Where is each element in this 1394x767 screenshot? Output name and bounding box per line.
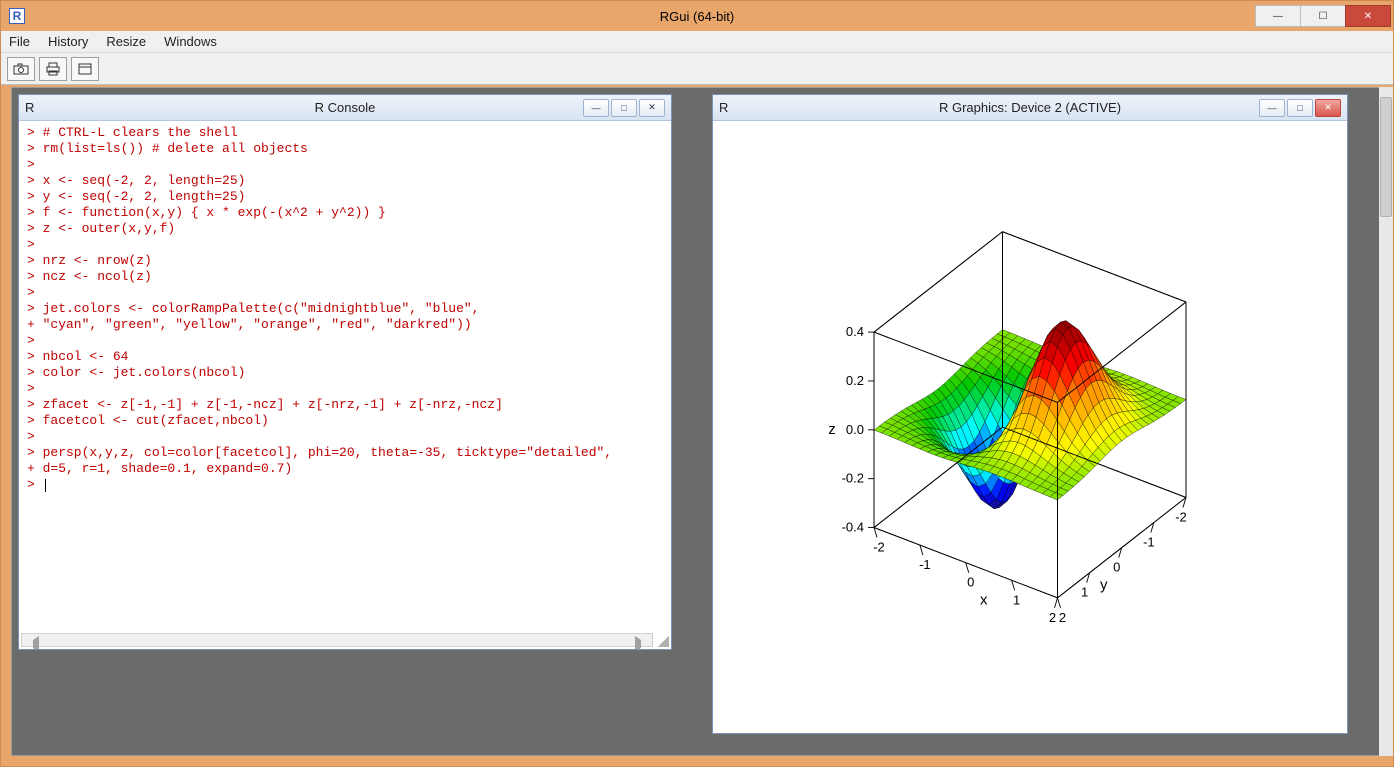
app-title: RGui (64-bit) bbox=[660, 9, 734, 24]
svg-text:-1: -1 bbox=[1143, 535, 1155, 550]
print-button[interactable] bbox=[39, 57, 67, 81]
svg-text:1: 1 bbox=[1013, 592, 1020, 607]
svg-text:2: 2 bbox=[1059, 610, 1066, 625]
svg-text:-2: -2 bbox=[873, 540, 885, 555]
window-button[interactable] bbox=[71, 57, 99, 81]
window-icon bbox=[78, 63, 92, 75]
console-icon: R bbox=[25, 100, 34, 115]
menubar: File History Resize Windows bbox=[1, 31, 1393, 53]
outer-vertical-scrollbar[interactable] bbox=[1379, 87, 1393, 756]
graphics-window[interactable]: R R Graphics: Device 2 (ACTIVE) ― □ ✕ -0… bbox=[712, 94, 1348, 734]
persp-plot: -0.4-0.20.00.20.4z-2-1012x-2-1012y bbox=[713, 121, 1347, 733]
graphics-titlebar[interactable]: R R Graphics: Device 2 (ACTIVE) ― □ ✕ bbox=[713, 95, 1347, 121]
app-titlebar[interactable]: R RGui (64-bit) — ☐ ✕ bbox=[1, 1, 1393, 31]
close-button[interactable]: ✕ bbox=[1345, 5, 1391, 27]
camera-button[interactable] bbox=[7, 57, 35, 81]
menu-file[interactable]: File bbox=[9, 34, 30, 49]
minimize-button[interactable]: — bbox=[1255, 5, 1301, 27]
toolbar bbox=[1, 53, 1393, 85]
maximize-button[interactable]: ☐ bbox=[1300, 5, 1346, 27]
resize-grip[interactable] bbox=[655, 633, 669, 647]
svg-text:-0.4: -0.4 bbox=[842, 520, 864, 535]
graphics-minimize-button[interactable]: ― bbox=[1259, 99, 1285, 117]
svg-text:0: 0 bbox=[967, 575, 974, 590]
app-window: R RGui (64-bit) — ☐ ✕ File History Resiz… bbox=[0, 0, 1394, 767]
svg-text:2: 2 bbox=[1049, 610, 1056, 625]
svg-text:0: 0 bbox=[1113, 560, 1120, 575]
svg-text:y: y bbox=[1100, 577, 1108, 594]
console-minimize-button[interactable]: ― bbox=[583, 99, 609, 117]
console-window[interactable]: R R Console ― □ ✕ > # CTRL-L clears the … bbox=[18, 94, 672, 650]
graphics-title: R Graphics: Device 2 (ACTIVE) bbox=[939, 100, 1121, 115]
menu-windows[interactable]: Windows bbox=[164, 34, 217, 49]
mdi-client-area: R R Console ― □ ✕ > # CTRL-L clears the … bbox=[11, 87, 1383, 756]
graphics-icon: R bbox=[719, 100, 728, 115]
console-output[interactable]: > # CTRL-L clears the shell > rm(list=ls… bbox=[19, 121, 671, 649]
svg-text:0.0: 0.0 bbox=[846, 422, 864, 437]
scrollbar-thumb[interactable] bbox=[1380, 97, 1392, 217]
console-close-button[interactable]: ✕ bbox=[639, 99, 665, 117]
svg-text:-1: -1 bbox=[919, 557, 931, 572]
window-controls: — ☐ ✕ bbox=[1256, 5, 1391, 27]
text-cursor bbox=[45, 479, 46, 492]
horizontal-scrollbar[interactable] bbox=[21, 633, 653, 647]
console-title: R Console bbox=[315, 100, 376, 115]
console-maximize-button[interactable]: □ bbox=[611, 99, 637, 117]
app-icon: R bbox=[9, 8, 25, 24]
printer-icon bbox=[45, 62, 61, 76]
graphics-canvas: -0.4-0.20.00.20.4z-2-1012x-2-1012y bbox=[713, 121, 1347, 733]
console-titlebar[interactable]: R R Console ― □ ✕ bbox=[19, 95, 671, 121]
svg-text:0.4: 0.4 bbox=[846, 324, 864, 339]
svg-text:-0.2: -0.2 bbox=[842, 471, 864, 486]
camera-icon bbox=[13, 63, 29, 75]
svg-text:-2: -2 bbox=[1175, 509, 1187, 524]
svg-text:x: x bbox=[980, 592, 988, 609]
svg-text:0.2: 0.2 bbox=[846, 373, 864, 388]
svg-text:z: z bbox=[828, 421, 836, 438]
graphics-maximize-button[interactable]: □ bbox=[1287, 99, 1313, 117]
svg-text:1: 1 bbox=[1081, 585, 1088, 600]
menu-history[interactable]: History bbox=[48, 34, 88, 49]
menu-resize[interactable]: Resize bbox=[106, 34, 146, 49]
graphics-close-button[interactable]: ✕ bbox=[1315, 99, 1341, 117]
